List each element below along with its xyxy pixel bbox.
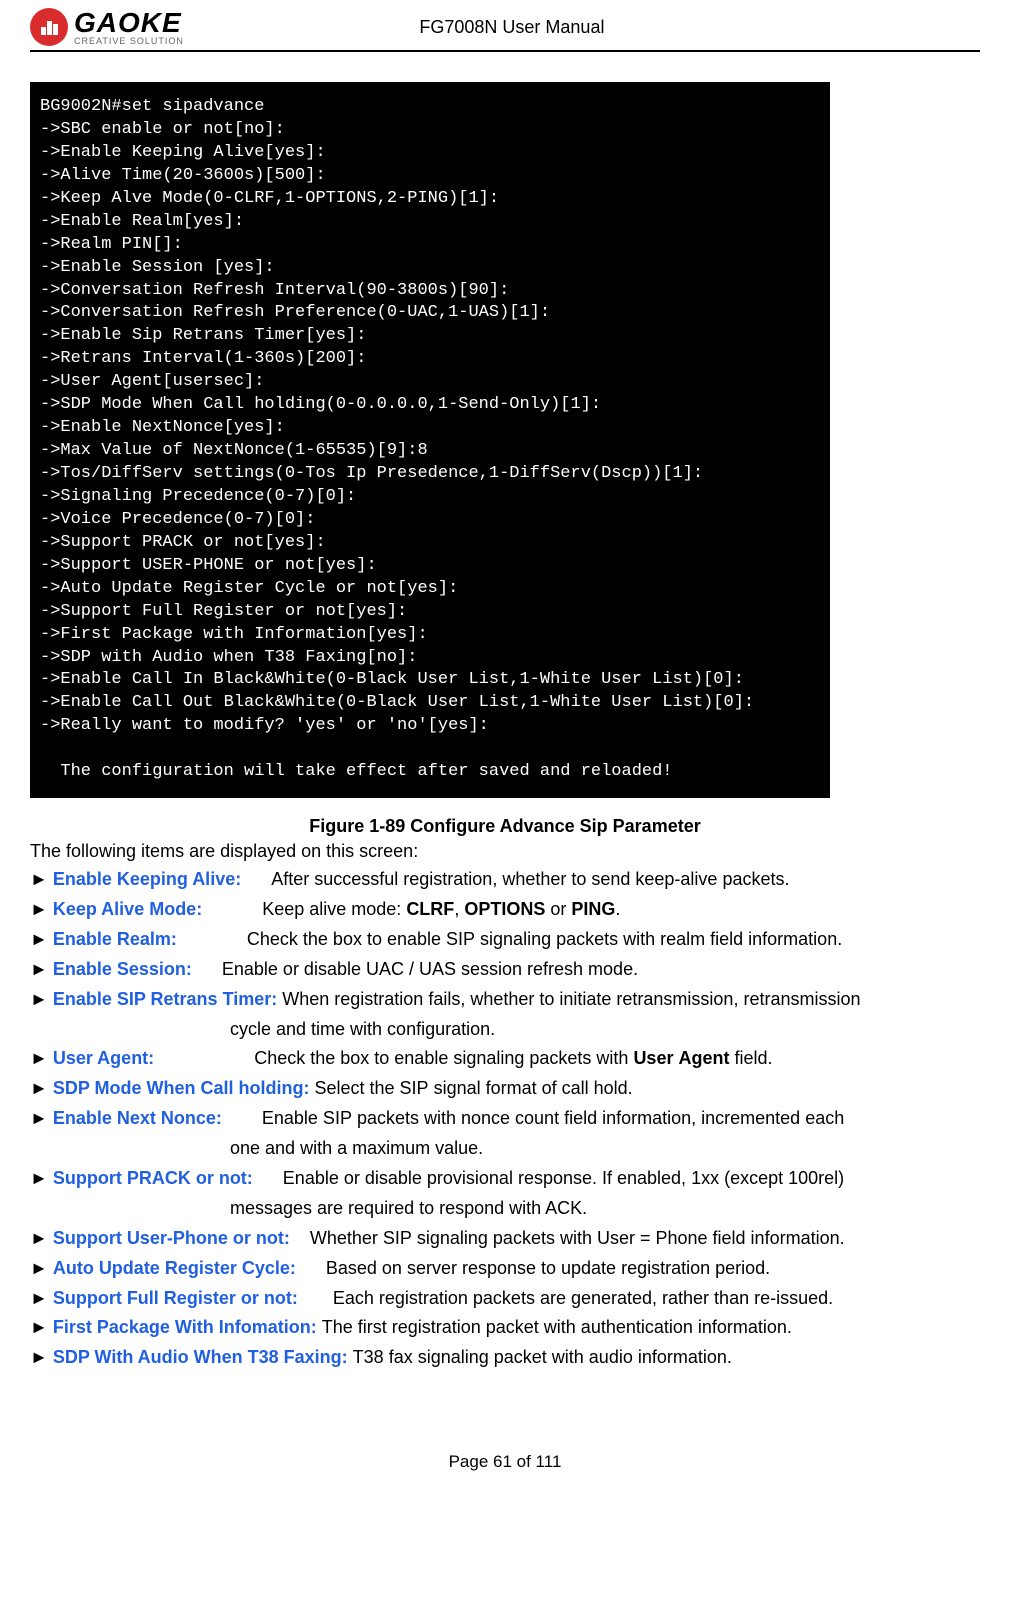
document-title: FG7008N User Manual	[184, 17, 840, 38]
page-footer: Page 61 of 111	[30, 1452, 980, 1472]
list-item: ► Enable Next Nonce: Enable SIP packets …	[30, 1105, 980, 1133]
logo-text-wrap: GAOKE CREATIVE SOLUTION	[74, 9, 184, 46]
intro-text: The following items are displayed on thi…	[30, 841, 980, 862]
logo-tagline: CREATIVE SOLUTION	[74, 37, 184, 46]
logo-text: GAOKE	[74, 9, 184, 37]
list-item: ► Enable Keeping Alive: After successful…	[30, 866, 980, 894]
page: GAOKE CREATIVE SOLUTION FG7008N User Man…	[0, 0, 1010, 1502]
figure-caption: Figure 1-89 Configure Advance Sip Parame…	[30, 816, 980, 837]
header-bar: GAOKE CREATIVE SOLUTION FG7008N User Man…	[30, 0, 980, 52]
list-item-continuation: messages are required to respond with AC…	[30, 1195, 980, 1223]
list-item: ► Enable Session: Enable or disable UAC …	[30, 956, 980, 984]
list-item: ► Support PRACK or not: Enable or disabl…	[30, 1165, 980, 1193]
list-item: ► SDP Mode When Call holding: Select the…	[30, 1075, 980, 1103]
logo-icon	[30, 8, 68, 46]
list-item-continuation: cycle and time with configuration.	[30, 1016, 980, 1044]
list-item: ► Support Full Register or not: Each reg…	[30, 1285, 980, 1313]
list-item-continuation: one and with a maximum value.	[30, 1135, 980, 1163]
list-item: ► First Package With Infomation: The fir…	[30, 1314, 980, 1342]
list-item: ► User Agent: Check the box to enable si…	[30, 1045, 980, 1073]
parameter-list: ► Enable Keeping Alive: After successful…	[30, 866, 980, 1372]
logo: GAOKE CREATIVE SOLUTION	[30, 8, 184, 46]
list-item: ► SDP With Audio When T38 Faxing: T38 fa…	[30, 1344, 980, 1372]
list-item: ► Keep Alive Mode: Keep alive mode: CLRF…	[30, 896, 980, 924]
list-item: ► Enable SIP Retrans Timer: When registr…	[30, 986, 980, 1014]
list-item: ► Support User-Phone or not: Whether SIP…	[30, 1225, 980, 1253]
terminal-output: BG9002N#set sipadvance ->SBC enable or n…	[30, 82, 830, 798]
list-item: ► Auto Update Register Cycle: Based on s…	[30, 1255, 980, 1283]
list-item: ► Enable Realm: Check the box to enable …	[30, 926, 980, 954]
